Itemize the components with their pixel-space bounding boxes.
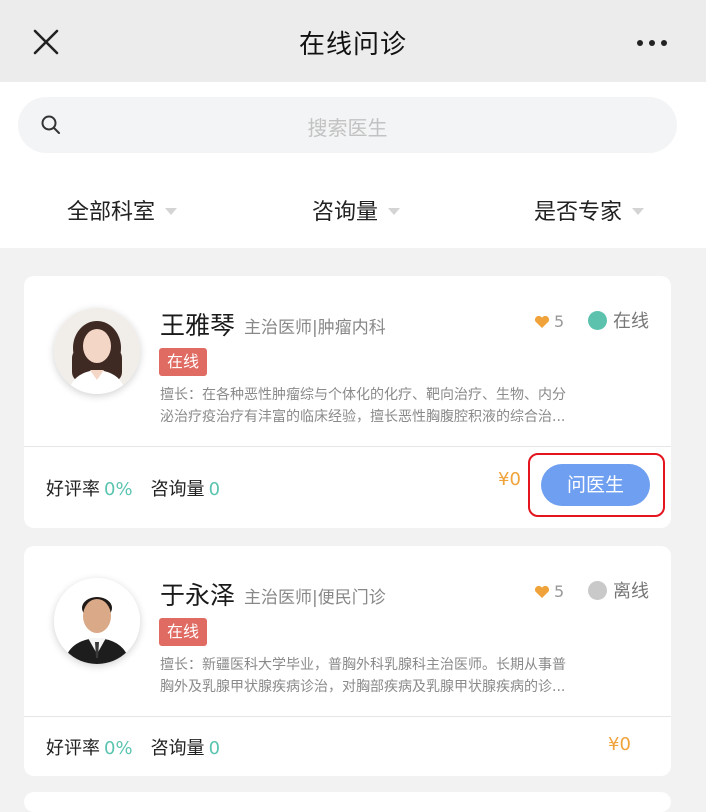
doctor-card[interactable]: 于永泽 主治医师|便民门诊 5 离线 在线 擅长：新疆医科大学毕业，普胸外科乳腺… bbox=[24, 546, 671, 776]
status-badge: 在线 bbox=[159, 348, 208, 376]
filter-department[interactable]: 全部科室 bbox=[67, 194, 178, 226]
dropdown-arrow-icon bbox=[165, 207, 178, 215]
divider bbox=[24, 716, 671, 717]
more-icon[interactable] bbox=[636, 38, 668, 48]
offline-status: 离线 bbox=[588, 577, 649, 603]
status-badge: 在线 bbox=[159, 618, 208, 646]
status-dot-icon bbox=[588, 580, 607, 600]
nav-bar: 在线问诊 bbox=[0, 0, 706, 82]
avatar bbox=[54, 578, 140, 664]
doctor-stats: 好评率 0% 咨询量 0 bbox=[46, 734, 220, 760]
doctor-card[interactable]: 王雅琴 主治医师|肿瘤内科 5 在线 在线 擅长：在各种恶性肿瘤综与个体化的化疗… bbox=[24, 276, 671, 528]
online-status: 在线 bbox=[588, 307, 649, 333]
price: ¥0 bbox=[498, 469, 521, 490]
description-line: 胸外及乳腺甲状腺疾病诊治，对胸部疾病及乳腺甲状腺疾病的诊... bbox=[160, 679, 566, 695]
filter-consult-volume[interactable]: 咨询量 bbox=[312, 194, 401, 226]
search-placeholder: 搜索医生 bbox=[307, 116, 388, 140]
doctor-title: 主治医师|肿瘤内科 bbox=[244, 318, 386, 338]
filter-expert-label: 是否专家 bbox=[534, 200, 623, 225]
doctor-name: 王雅琴 bbox=[160, 311, 236, 340]
search-filter-panel: 搜索医生 全部科室 咨询量 是否专家 bbox=[0, 82, 706, 248]
avatar bbox=[54, 308, 140, 394]
heart-icon bbox=[534, 585, 550, 598]
price: ¥0 bbox=[608, 734, 631, 755]
consult-stat: 咨询量 0 bbox=[151, 475, 220, 501]
page-title: 在线问诊 bbox=[298, 30, 407, 60]
description-line: 泌治疗疫治疗有沣富的临床经验，擅长恶性胸腹腔积液的综合治... bbox=[160, 409, 566, 425]
filter-consult-volume-label: 咨询量 bbox=[312, 200, 379, 225]
rating-stat: 好评率 0% bbox=[46, 475, 133, 501]
consult-label: 咨询量 bbox=[150, 479, 205, 500]
rating-label: 好评率 bbox=[46, 738, 100, 759]
likes: 5 bbox=[534, 312, 564, 331]
dropdown-arrow-icon bbox=[388, 207, 401, 215]
description-line: 擅长：在各种恶性肿瘤综与个体化的化疗、靶向治疗、生物、内分 bbox=[160, 387, 566, 403]
rating-stat: 好评率 0% bbox=[46, 734, 133, 760]
dropdown-arrow-icon bbox=[632, 207, 645, 215]
rating-label: 好评率 bbox=[46, 479, 100, 500]
ask-doctor-button[interactable]: 问医生 bbox=[541, 464, 650, 506]
likes-count: 5 bbox=[554, 582, 565, 601]
doctor-title: 主治医师|便民门诊 bbox=[244, 588, 386, 608]
heart-icon bbox=[534, 315, 550, 328]
consult-label: 咨询量 bbox=[150, 738, 205, 759]
doctor-card[interactable] bbox=[24, 792, 671, 812]
consult-stat: 咨询量 0 bbox=[151, 734, 220, 760]
rating-value: 0% bbox=[104, 738, 133, 759]
doctor-description: 擅长：新疆医科大学毕业，普胸外科乳腺科主治医师。长期从事普 胸外及乳腺甲状腺疾病… bbox=[160, 654, 605, 698]
consult-value: 0 bbox=[208, 738, 221, 759]
description-line: 擅长：新疆医科大学毕业，普胸外科乳腺科主治医师。长期从事普 bbox=[160, 657, 566, 673]
status-text: 在线 bbox=[613, 311, 649, 332]
consult-value: 0 bbox=[208, 479, 221, 500]
doctor-description: 擅长：在各种恶性肿瘤综与个体化的化疗、靶向治疗、生物、内分 泌治疗疫治疗有沣富的… bbox=[160, 384, 605, 428]
likes-count: 5 bbox=[554, 312, 565, 331]
search-input[interactable]: 搜索医生 bbox=[18, 97, 677, 153]
status-text: 离线 bbox=[613, 581, 649, 602]
likes: 5 bbox=[534, 582, 564, 601]
doctor-name: 于永泽 bbox=[160, 581, 236, 610]
status-dot-icon bbox=[588, 310, 607, 330]
filter-expert[interactable]: 是否专家 bbox=[534, 194, 645, 226]
doctor-stats: 好评率 0% 咨询量 0 bbox=[46, 475, 220, 501]
rating-value: 0% bbox=[104, 479, 133, 500]
filter-department-label: 全部科室 bbox=[67, 200, 156, 225]
divider bbox=[24, 446, 671, 447]
